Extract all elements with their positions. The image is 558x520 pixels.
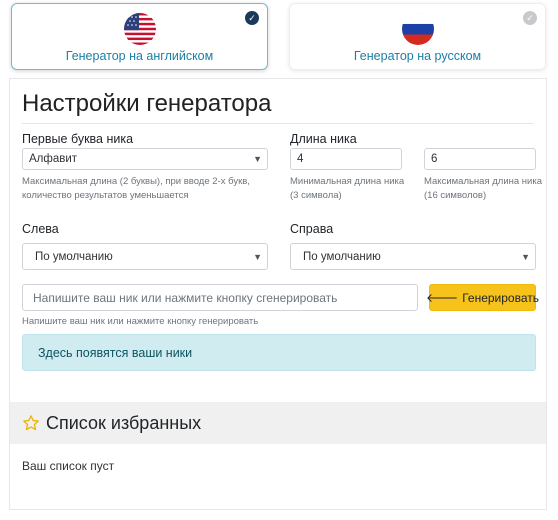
selected-check-icon: ✓ xyxy=(245,11,259,25)
right-label: Справа xyxy=(290,222,334,236)
right-select-value: По умолчанию xyxy=(303,250,381,263)
max-length-help: Максимальная длина ника (16 символов) xyxy=(424,176,543,201)
first-letters-value: Алфавит xyxy=(29,153,78,165)
left-select-value: По умолчанию xyxy=(35,250,113,263)
min-length-input[interactable]: 4 xyxy=(290,148,402,170)
nick-input-help: Напишите ваш ник или нажмите кнопку гене… xyxy=(22,316,259,327)
chevron-down-icon: ▼ xyxy=(253,251,262,262)
chevron-down-icon: ▼ xyxy=(521,251,530,262)
max-length-input[interactable]: 6 xyxy=(424,148,536,170)
favorites-title: Список избранных xyxy=(46,412,202,433)
nick-length-label: Длина ника xyxy=(290,132,357,146)
ru-flag-icon xyxy=(401,13,434,45)
results-placeholder-text: Здесь появятся ваши ники xyxy=(38,345,193,360)
title-divider xyxy=(22,123,534,124)
generate-button[interactable]: 🡐 Генерировать xyxy=(426,284,539,311)
russian-generator-label: Генератор на русском xyxy=(353,49,482,63)
favorites-empty-text: Ваш список пуст xyxy=(22,459,115,473)
favorites-header: Список избранных xyxy=(10,402,546,444)
generator-settings-panel: Настройки генератора Первые буква ника А… xyxy=(9,78,547,510)
english-generator-label: Генератор на английском xyxy=(65,49,214,63)
chevron-down-icon: ▼ xyxy=(253,154,262,164)
first-letters-help: Максимальная длина (2 буквы), при вводе … xyxy=(22,176,250,201)
right-select[interactable]: По умолчанию ▼ xyxy=(290,243,536,270)
english-generator-card[interactable]: ✓ Генератор на английском xyxy=(11,3,268,70)
arrow-left-icon: 🡐 xyxy=(426,291,459,305)
star-icon xyxy=(23,415,39,431)
page-title: Настройки генератора xyxy=(22,90,272,117)
generate-button-label: Генерировать xyxy=(462,290,539,305)
nick-input[interactable]: Напишите ваш ник или нажмите кнопку сген… xyxy=(22,284,418,311)
first-letters-select[interactable]: Алфавит ▼ xyxy=(22,148,268,170)
left-label: Слева xyxy=(22,222,59,236)
first-letters-label: Первые буква ника xyxy=(22,132,134,146)
unselected-check-icon: ✓ xyxy=(523,11,537,25)
results-alert: Здесь появятся ваши ники xyxy=(22,334,536,371)
us-flag-icon xyxy=(123,13,156,45)
left-select[interactable]: По умолчанию ▼ xyxy=(22,243,268,270)
min-length-help: Минимальная длина ника (3 символа) xyxy=(290,176,405,201)
russian-generator-card[interactable]: ✓ Генератор на русском xyxy=(289,3,546,70)
